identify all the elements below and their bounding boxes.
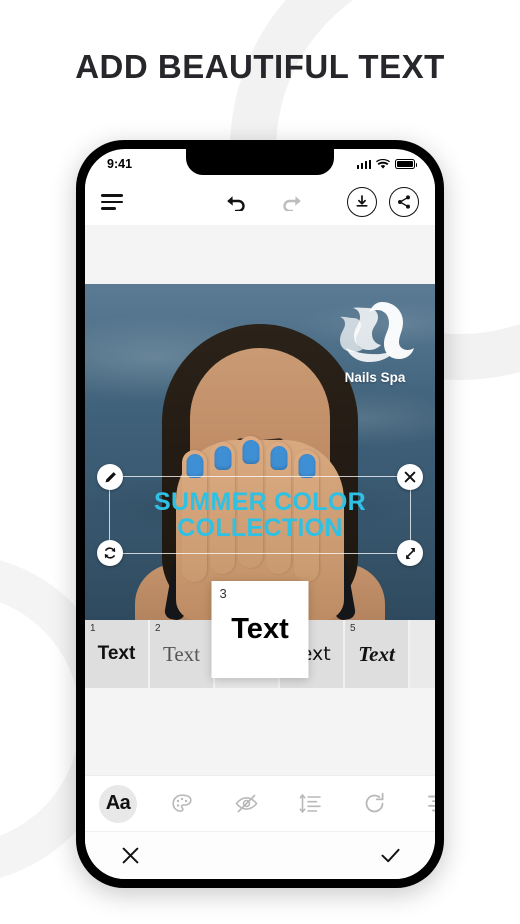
page-title: ADD BEAUTIFUL TEXT	[75, 48, 445, 85]
hamburger-menu-icon[interactable]	[101, 194, 123, 210]
photo-preview[interactable]: Nails Spa SUMMER COLOR COLLECTION	[85, 284, 435, 620]
pencil-edit-icon	[105, 471, 116, 482]
font-item-number: 5	[350, 623, 356, 634]
canvas-top-padding	[85, 225, 435, 284]
font-aa-icon: Aa	[105, 792, 131, 814]
font-item-5[interactable]: 5 Text	[345, 620, 410, 688]
phone-screen: 9:41 Nails Spa SUMMER COLOR COLLECTION 1…	[85, 149, 435, 879]
font-item-label: Text	[97, 643, 136, 664]
eye-off-icon	[235, 794, 257, 813]
text-layer-selection[interactable]: SUMMER COLOR COLLECTION	[97, 464, 423, 566]
overlay-text-line-2: COLLECTION	[177, 514, 343, 542]
checkmark-icon	[380, 848, 400, 863]
resize-diagonal-icon	[405, 547, 415, 559]
text-handle-edit[interactable]	[97, 464, 123, 490]
battery-icon	[395, 159, 418, 169]
status-time: 9:41	[107, 157, 133, 171]
font-item-number: 1	[90, 623, 96, 634]
rotate-cw-icon	[365, 792, 383, 813]
color-palette-icon	[172, 793, 192, 812]
editor-bottom-bar	[85, 831, 435, 879]
font-item-label: Text	[162, 641, 201, 666]
editor-canvas: Nails Spa SUMMER COLOR COLLECTION 1 Text…	[85, 225, 435, 775]
share-button[interactable]	[389, 187, 419, 217]
text-handle-rotate[interactable]	[97, 540, 123, 566]
line-spacing-icon	[299, 794, 321, 813]
cancel-button[interactable]	[115, 841, 145, 871]
close-x-icon	[122, 847, 138, 864]
nails-spa-logo-icon	[340, 302, 414, 362]
wifi-icon	[376, 158, 390, 169]
redo-icon[interactable]	[277, 187, 307, 217]
download-button[interactable]	[347, 187, 377, 217]
font-item-1[interactable]: 1 Text	[85, 620, 150, 688]
font-tool-button[interactable]: Aa	[99, 784, 137, 823]
phone-mockup-frame: 9:41 Nails Spa SUMMER COLOR COLLECTION 1…	[76, 140, 444, 888]
font-carousel[interactable]: 1 Text 2 Text 3 Text 4 Text	[85, 581, 435, 688]
font-selected-popup[interactable]: 3 Text	[211, 581, 309, 678]
cellular-signal-icon	[356, 159, 371, 169]
undo-icon[interactable]	[221, 187, 251, 217]
line-spacing-tool-button[interactable]	[291, 785, 329, 823]
text-handle-close[interactable]	[397, 464, 423, 490]
text-tool-row: Aa	[85, 775, 435, 831]
align-tool-button[interactable]	[419, 785, 435, 823]
color-tool-button[interactable]	[163, 785, 201, 823]
font-item-number: 2	[155, 623, 161, 634]
text-align-icon	[427, 795, 435, 812]
close-x-icon	[404, 471, 416, 483]
share-icon	[398, 195, 410, 209]
font-popup-number: 3	[219, 586, 227, 601]
opacity-tool-button[interactable]	[227, 785, 265, 823]
font-item-label: Text	[358, 641, 395, 666]
status-indicators	[356, 158, 418, 170]
font-item-2[interactable]: 2 Text	[150, 620, 215, 688]
watermark: Nails Spa	[329, 298, 421, 385]
rotate-refresh-icon	[104, 547, 116, 559]
overlay-text-line-1: SUMMER COLOR	[154, 487, 366, 516]
text-handle-resize[interactable]	[397, 540, 423, 566]
status-bar: 9:41	[85, 149, 435, 179]
overlay-text[interactable]: SUMMER COLOR COLLECTION	[110, 487, 410, 542]
font-popup-label: Text	[231, 613, 289, 645]
rotate-tool-button[interactable]	[355, 785, 393, 823]
confirm-button[interactable]	[375, 841, 405, 871]
download-icon	[356, 195, 368, 207]
editor-top-toolbar	[85, 179, 435, 225]
watermark-name: Nails Spa	[344, 370, 406, 385]
